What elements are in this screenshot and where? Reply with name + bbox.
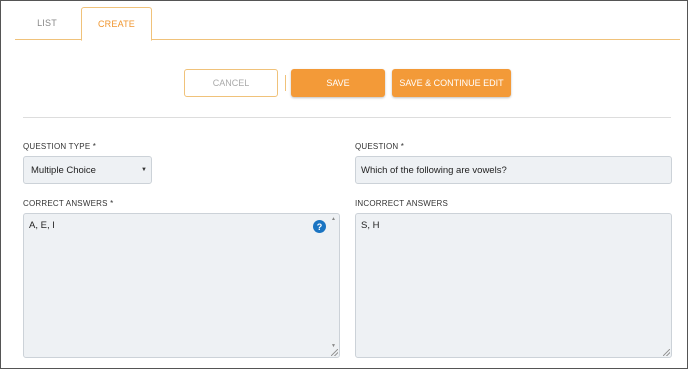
incorrect-answers-value: S, H bbox=[361, 220, 380, 231]
resize-grip-icon[interactable] bbox=[331, 349, 338, 356]
correct-answers-label: CORRECT ANSWERS * bbox=[23, 199, 114, 208]
question-type-select[interactable]: Multiple Choice ▼ bbox=[23, 156, 152, 184]
question-type-label: QUESTION TYPE * bbox=[23, 142, 97, 151]
resize-grip-icon[interactable] bbox=[663, 349, 670, 356]
tab-create[interactable]: CREATE bbox=[81, 7, 152, 41]
question-input[interactable]: Which of the following are vowels? bbox=[355, 156, 672, 184]
scrollbar[interactable]: ▲ ▼ bbox=[330, 216, 337, 355]
save-button[interactable]: SAVE bbox=[291, 69, 385, 97]
incorrect-answers-textarea[interactable]: S, H bbox=[355, 213, 672, 358]
correct-answers-textarea[interactable]: A, E, I ? ▲ ▼ bbox=[23, 213, 340, 358]
tab-list[interactable]: LIST bbox=[15, 7, 79, 39]
scroll-up-icon[interactable]: ▲ bbox=[330, 216, 337, 222]
tab-bar: LIST CREATE bbox=[15, 7, 680, 41]
action-separator bbox=[285, 75, 286, 91]
correct-answers-value: A, E, I bbox=[29, 220, 55, 231]
question-value: Which of the following are vowels? bbox=[361, 164, 507, 176]
page-frame: LIST CREATE CANCEL SAVE SAVE & CONTINUE … bbox=[0, 0, 688, 369]
caret-down-icon: ▼ bbox=[141, 167, 147, 173]
question-type-value: Multiple Choice bbox=[31, 164, 96, 176]
help-icon[interactable]: ? bbox=[313, 220, 326, 233]
section-divider bbox=[23, 117, 671, 118]
action-bar: CANCEL SAVE SAVE & CONTINUE EDIT bbox=[1, 69, 688, 99]
incorrect-answers-label: INCORRECT ANSWERS bbox=[355, 199, 449, 208]
question-label: QUESTION * bbox=[355, 142, 405, 151]
cancel-button[interactable]: CANCEL bbox=[184, 69, 278, 97]
save-continue-edit-button[interactable]: SAVE & CONTINUE EDIT bbox=[392, 69, 511, 97]
